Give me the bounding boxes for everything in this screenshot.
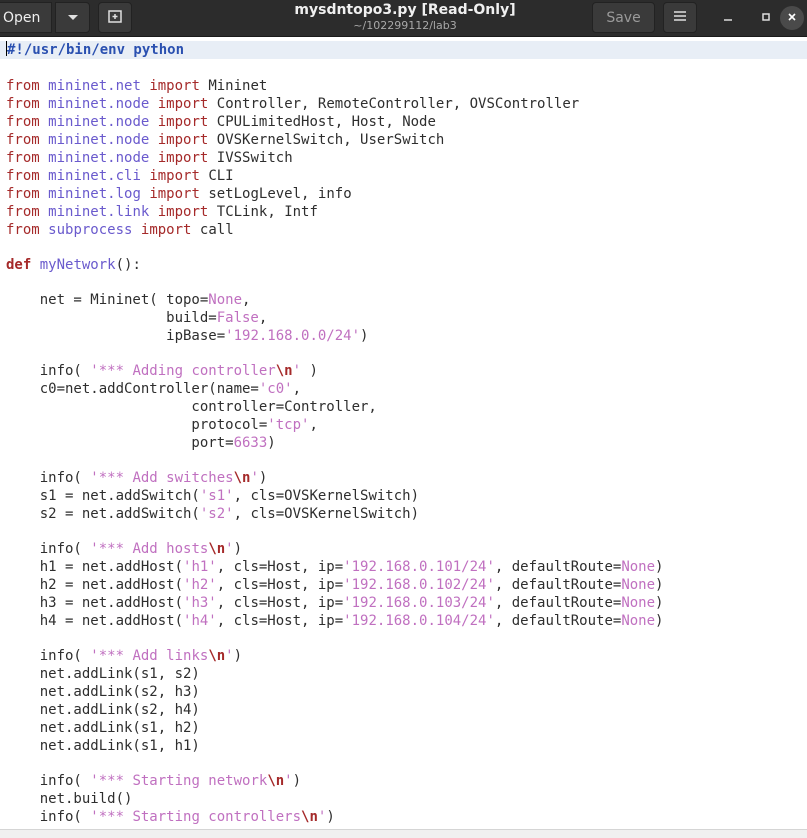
code-line-36: net.addLink(s1, s2) <box>6 666 200 682</box>
chevron-down-icon <box>67 10 79 26</box>
code-line-20: c0=net.addController(name='c0', <box>6 381 302 397</box>
code-line-39: net.addLink(s1, h2) <box>6 720 200 736</box>
file-path: ~/102299112/lab3 <box>353 19 457 32</box>
code-line-8: from mininet.cli import CLI <box>6 168 234 184</box>
minimize-button[interactable] <box>718 8 738 28</box>
code-line-17: ipBase='192.168.0.0/24') <box>6 328 369 344</box>
code-line-19: info( '*** Adding controller\n' ) <box>6 363 318 379</box>
code-line-7: from mininet.node import IVSSwitch <box>6 150 293 166</box>
code-line-31: h2 = net.addHost('h2', cls=Host, ip='192… <box>6 577 664 593</box>
open-label: Open <box>3 9 41 26</box>
close-icon <box>787 11 797 25</box>
header-bar: Open mysdntopo3.py [Read-Only] ~/1022991… <box>0 0 807 37</box>
code-line-3: from mininet.net import Mininet <box>6 78 268 94</box>
maximize-icon <box>761 11 771 25</box>
code-line-40: net.addLink(s1, h1) <box>6 738 200 754</box>
code-line-29: info( '*** Add hosts\n') <box>6 541 243 557</box>
open-button[interactable]: Open <box>0 2 52 33</box>
code-line-21: controller=Controller, <box>6 399 377 415</box>
code-line-15: net = Mininet( topo=None, <box>6 292 251 308</box>
minimize-icon <box>723 11 733 25</box>
hamburger-menu-icon <box>673 10 687 26</box>
code-line-9: from mininet.log import setLogLevel, inf… <box>6 186 352 202</box>
code-line-43: net.build() <box>6 791 133 807</box>
code-line-25: info( '*** Add switches\n') <box>6 470 268 486</box>
code-line-30: h1 = net.addHost('h1', cls=Host, ip='192… <box>6 559 664 575</box>
code-line-42: info( '*** Starting network\n') <box>6 773 302 789</box>
menu-button[interactable] <box>663 2 697 33</box>
code-line-22: protocol='tcp', <box>6 417 318 433</box>
code-line-16: build=False, <box>6 310 268 326</box>
new-tab-button[interactable] <box>98 2 132 33</box>
save-label: Save <box>606 9 641 26</box>
code-line-38: net.addLink(s2, h4) <box>6 702 200 718</box>
open-dropdown-button[interactable] <box>55 2 90 33</box>
code-line-11: from subprocess import call <box>6 222 234 238</box>
code-line-10: from mininet.link import TCLink, Intf <box>6 204 318 220</box>
code-line-6: from mininet.node import OVSKernelSwitch… <box>6 132 445 148</box>
save-button[interactable]: Save <box>592 2 655 33</box>
code-line-26: s1 = net.addSwitch('s1', cls=OVSKernelSw… <box>6 488 420 504</box>
file-title: mysdntopo3.py [Read-Only] <box>294 2 516 18</box>
code-line-5: from mininet.node import CPULimitedHost,… <box>6 114 436 130</box>
code-line-37: net.addLink(s2, h3) <box>6 684 200 700</box>
code-line-13: def myNetwork(): <box>6 257 141 273</box>
code-line-35: info( '*** Add links\n') <box>6 648 243 664</box>
maximize-button[interactable] <box>756 8 776 28</box>
code-editor[interactable]: #!/usr/bin/env python from mininet.net i… <box>0 37 807 829</box>
shebang: #!/usr/bin/env python <box>7 42 185 58</box>
code-line-27: s2 = net.addSwitch('s2', cls=OVSKernelSw… <box>6 506 420 522</box>
code-line-4: from mininet.node import Controller, Rem… <box>6 96 580 112</box>
code-line-44: info( '*** Starting controllers\n') <box>6 809 335 825</box>
close-button[interactable] <box>780 6 804 30</box>
window-title: mysdntopo3.py [Read-Only] ~/102299112/la… <box>230 2 580 32</box>
code-line-32: h3 = net.addHost('h3', cls=Host, ip='192… <box>6 595 664 611</box>
code-line-23: port=6633) <box>6 435 276 451</box>
code-line-1: #!/usr/bin/env python <box>0 41 807 59</box>
code-line-33: h4 = net.addHost('h4', cls=Host, ip='192… <box>6 613 664 629</box>
new-tab-icon <box>107 8 123 28</box>
